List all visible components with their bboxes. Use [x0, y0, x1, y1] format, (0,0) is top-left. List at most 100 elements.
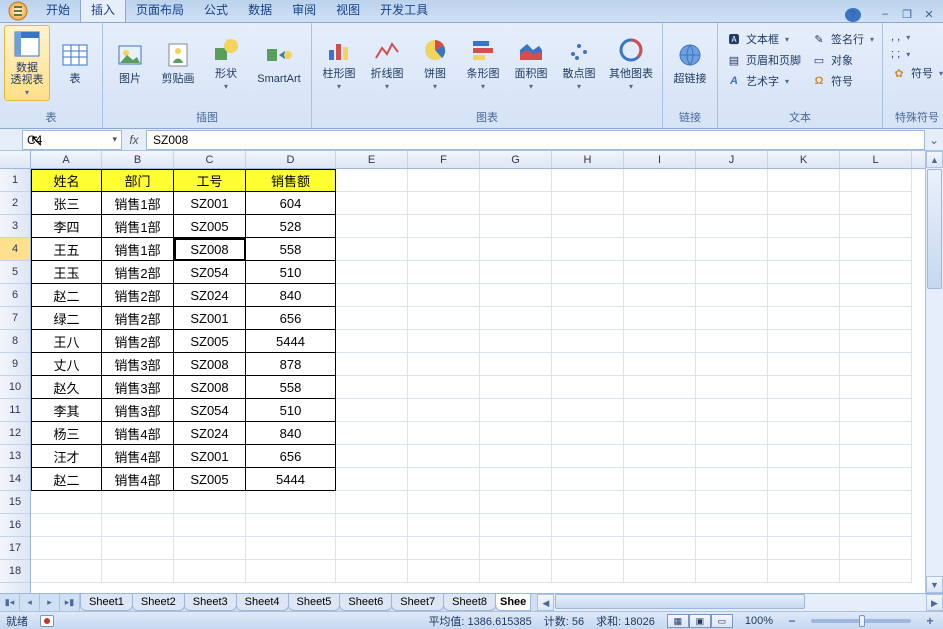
cell[interactable] [696, 307, 768, 330]
column-header-F[interactable]: F [408, 151, 480, 168]
cell[interactable] [768, 261, 840, 284]
comma-button[interactable]: , ,▾ [887, 29, 943, 45]
cell[interactable] [840, 399, 912, 422]
cell[interactable]: SZ005 [174, 215, 246, 238]
office-button[interactable] [0, 0, 36, 22]
cell[interactable] [696, 537, 768, 560]
page-layout-view-icon[interactable]: ▣ [689, 614, 711, 628]
cell[interactable] [174, 491, 246, 514]
cell[interactable] [336, 307, 408, 330]
object-button[interactable]: ▭对象 [807, 50, 878, 70]
tab-start[interactable]: 开始 [36, 0, 80, 22]
textbox-button[interactable]: 🅰文本框▾ [722, 29, 805, 49]
cell[interactable] [174, 560, 246, 583]
smartart-button[interactable]: SmartArt [251, 25, 307, 101]
column-header-I[interactable]: I [624, 151, 696, 168]
cell[interactable] [552, 537, 624, 560]
row-header[interactable]: 6 [0, 284, 30, 307]
row-header[interactable]: 16 [0, 514, 30, 537]
cell[interactable]: 840 [246, 422, 336, 445]
cell[interactable]: SZ008 [174, 376, 246, 399]
cell[interactable] [840, 238, 912, 261]
row-header[interactable]: 1 [0, 169, 30, 192]
column-header-B[interactable]: B [102, 151, 174, 168]
vertical-scrollbar[interactable]: ▲ ▼ [925, 151, 943, 593]
cell[interactable] [336, 330, 408, 353]
zoom-slider[interactable] [811, 619, 911, 623]
cell[interactable] [624, 560, 696, 583]
cell[interactable] [408, 284, 480, 307]
tab-review[interactable]: 审阅 [282, 0, 326, 22]
cell[interactable] [624, 491, 696, 514]
cell[interactable] [408, 215, 480, 238]
cell[interactable] [552, 514, 624, 537]
cell[interactable] [696, 468, 768, 491]
cell[interactable] [840, 537, 912, 560]
cell[interactable] [624, 376, 696, 399]
cell[interactable] [408, 445, 480, 468]
cell[interactable] [552, 422, 624, 445]
cell[interactable]: 汪才 [31, 445, 102, 468]
cell[interactable] [552, 261, 624, 284]
cell[interactable] [336, 399, 408, 422]
column-header-D[interactable]: D [246, 151, 336, 168]
cell[interactable] [480, 215, 552, 238]
cell[interactable] [552, 399, 624, 422]
scroll-left-icon[interactable]: ◀ [537, 594, 554, 611]
minimize-ribbon-icon[interactable]: – [877, 8, 893, 22]
cell[interactable] [408, 376, 480, 399]
column-header-H[interactable]: H [552, 151, 624, 168]
cell[interactable] [552, 215, 624, 238]
cell[interactable] [336, 238, 408, 261]
cell[interactable] [480, 238, 552, 261]
cell[interactable] [480, 169, 552, 192]
cell[interactable]: SZ024 [174, 422, 246, 445]
sheet-tab[interactable]: Sheet5 [288, 594, 341, 611]
cell[interactable] [624, 215, 696, 238]
cell[interactable] [552, 307, 624, 330]
column-header-J[interactable]: J [696, 151, 768, 168]
cell[interactable] [480, 192, 552, 215]
cell[interactable] [840, 215, 912, 238]
cell[interactable] [336, 215, 408, 238]
scroll-up-icon[interactable]: ▲ [926, 151, 943, 168]
cell[interactable] [624, 537, 696, 560]
row-header[interactable]: 3 [0, 215, 30, 238]
cell[interactable] [768, 560, 840, 583]
cell[interactable] [480, 376, 552, 399]
cell[interactable]: SZ008 [174, 353, 246, 376]
cell[interactable]: 杨三 [31, 422, 102, 445]
cell[interactable]: 工号 [174, 169, 246, 192]
cell[interactable] [552, 284, 624, 307]
area-chart-button[interactable]: 面积图▾ [508, 25, 554, 101]
cell[interactable] [408, 468, 480, 491]
tab-layout[interactable]: 页面布局 [126, 0, 194, 22]
row-header[interactable]: 12 [0, 422, 30, 445]
cell[interactable] [696, 353, 768, 376]
sheet-tab[interactable]: Sheet6 [339, 594, 392, 611]
cell[interactable] [768, 307, 840, 330]
cell[interactable]: 510 [246, 399, 336, 422]
cell[interactable] [696, 192, 768, 215]
cell[interactable] [768, 422, 840, 445]
cell[interactable]: 878 [246, 353, 336, 376]
cell[interactable] [480, 491, 552, 514]
cell[interactable] [102, 514, 174, 537]
bar-chart-button[interactable]: 条形图▾ [460, 25, 506, 101]
normal-view-icon[interactable]: ▦ [667, 614, 689, 628]
cell[interactable]: SZ001 [174, 445, 246, 468]
cell[interactable]: 赵久 [31, 376, 102, 399]
cell[interactable] [480, 399, 552, 422]
cell[interactable] [624, 169, 696, 192]
cell[interactable] [102, 560, 174, 583]
cell[interactable] [552, 468, 624, 491]
sheet-last-icon[interactable]: ▸▮ [60, 594, 80, 611]
cell[interactable]: 销售2部 [102, 284, 174, 307]
row-header[interactable]: 5 [0, 261, 30, 284]
cell[interactable] [768, 514, 840, 537]
clipart-button[interactable]: 剪贴画 [155, 25, 201, 101]
scroll-thumb[interactable] [927, 169, 942, 289]
shapes-button[interactable]: 形状▾ [203, 25, 249, 101]
cell[interactable] [552, 491, 624, 514]
cell[interactable] [840, 422, 912, 445]
